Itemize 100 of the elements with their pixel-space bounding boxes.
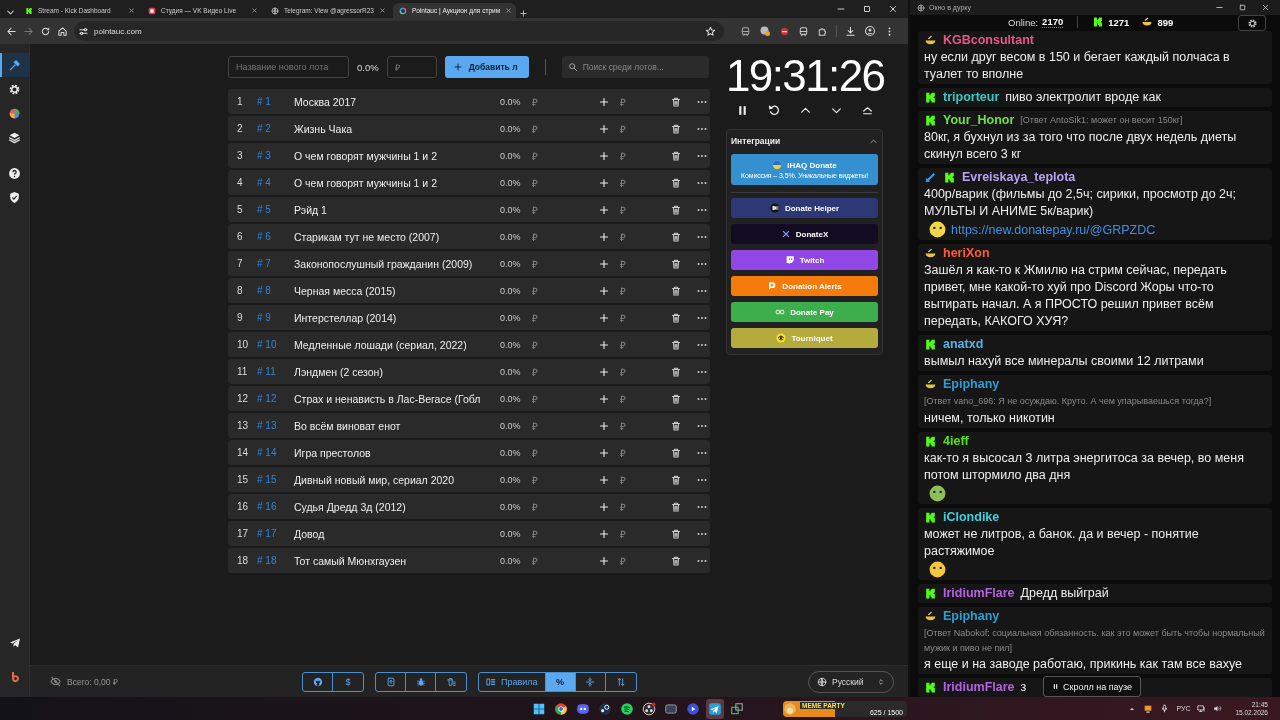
- trash-icon[interactable]: [670, 122, 682, 135]
- volume-icon[interactable]: [1213, 704, 1223, 713]
- trash-icon[interactable]: [670, 500, 682, 513]
- forward-icon[interactable]: [23, 25, 34, 37]
- trash-icon[interactable]: [670, 257, 682, 270]
- add-amount-field[interactable]: ₽: [620, 175, 670, 190]
- integration-button[interactable]: DonateX: [731, 224, 878, 244]
- trash-icon[interactable]: [670, 284, 682, 297]
- extension-icon[interactable]: [798, 25, 809, 37]
- add-amount-field[interactable]: ₽: [620, 283, 670, 298]
- username[interactable]: Epiphany: [943, 609, 1000, 623]
- add-amount-field[interactable]: ₽: [620, 418, 670, 433]
- download-icon[interactable]: [845, 25, 856, 37]
- username[interactable]: heriXon: [943, 246, 990, 260]
- plus-icon[interactable]: [598, 419, 610, 432]
- plus-icon[interactable]: [598, 554, 610, 567]
- plus-icon[interactable]: [598, 230, 610, 243]
- settings-button[interactable]: [1238, 15, 1266, 32]
- add-amount-field[interactable]: ₽: [620, 391, 670, 406]
- pause-icon[interactable]: [736, 103, 749, 117]
- trash-icon[interactable]: [670, 446, 682, 459]
- add-amount-field[interactable]: ₽: [620, 445, 670, 460]
- lot-name-field[interactable]: Название нового лота: [228, 56, 349, 78]
- integration-button[interactable]: Donate Helper: [731, 198, 878, 218]
- close-icon[interactable]: [128, 7, 135, 14]
- site-settings-icon[interactable]: [78, 25, 89, 37]
- back-icon[interactable]: [6, 25, 17, 37]
- eye-off-icon[interactable]: [50, 676, 61, 687]
- add-amount-field[interactable]: ₽: [620, 526, 670, 541]
- plus-icon[interactable]: [598, 338, 610, 351]
- plus-icon[interactable]: [598, 203, 610, 216]
- username[interactable]: Evreiskaya_teplota: [962, 170, 1076, 184]
- plus-icon[interactable]: [598, 527, 610, 540]
- add-amount-field[interactable]: ₽: [620, 148, 670, 163]
- maximize-icon[interactable]: [862, 4, 872, 14]
- trash-icon[interactable]: [670, 473, 682, 486]
- microphone-icon[interactable]: [1160, 704, 1170, 713]
- trash-icon[interactable]: [670, 311, 682, 324]
- toolbar-button[interactable]: $: [333, 672, 363, 691]
- trash-icon[interactable]: [670, 554, 682, 567]
- toolbar-button[interactable]: %: [545, 672, 576, 691]
- add-amount-field[interactable]: ₽: [620, 337, 670, 352]
- trash-icon[interactable]: [670, 176, 682, 189]
- address-bar[interactable]: pointauc.com: [74, 21, 724, 41]
- add-amount-field[interactable]: ₽: [620, 310, 670, 325]
- trash-icon[interactable]: [670, 230, 682, 243]
- plus-icon[interactable]: [598, 284, 610, 297]
- username[interactable]: Epiphany: [943, 377, 1000, 391]
- add-amount-field[interactable]: ₽: [620, 364, 670, 379]
- taskbar-app[interactable]: [706, 698, 724, 719]
- plus-icon[interactable]: [598, 122, 610, 135]
- username[interactable]: Your_Honor: [943, 113, 1015, 127]
- close-icon[interactable]: [378, 7, 386, 14]
- close-icon[interactable]: [251, 7, 258, 14]
- extension-icon[interactable]: [740, 25, 751, 37]
- add-amount-field[interactable]: ₽: [620, 229, 670, 244]
- restart-icon[interactable]: [767, 103, 781, 117]
- username[interactable]: KGBconsultant: [943, 33, 1034, 47]
- plus-icon[interactable]: [598, 176, 610, 189]
- username[interactable]: triporteur: [943, 90, 1000, 104]
- tab-search-icon[interactable]: [5, 7, 16, 18]
- plus-icon[interactable]: [598, 95, 610, 108]
- home-icon[interactable]: [57, 25, 68, 37]
- add-amount-field[interactable]: ₽: [620, 553, 670, 568]
- username[interactable]: iClondike: [943, 510, 1000, 524]
- trash-icon[interactable]: [670, 365, 682, 378]
- add-amount-field[interactable]: ₽: [620, 202, 670, 217]
- puzzle-icon[interactable]: [817, 25, 828, 37]
- network-icon[interactable]: [1197, 704, 1207, 713]
- integration-button[interactable]: Donate Pay: [731, 302, 878, 322]
- toolbar-button[interactable]: Правила: [479, 672, 546, 691]
- add-amount-field[interactable]: ₽: [620, 94, 670, 109]
- plus-icon[interactable]: [598, 311, 610, 324]
- extension-icon[interactable]: [779, 25, 790, 37]
- amount-field[interactable]: ₽: [386, 56, 437, 78]
- close-icon[interactable]: [888, 4, 898, 14]
- message-link[interactable]: https://new.donatepay.ru/@GRPZDC: [951, 223, 1156, 237]
- trash-icon[interactable]: [670, 95, 682, 108]
- tray-app-icon[interactable]: [1143, 703, 1154, 714]
- trash-icon[interactable]: [670, 149, 682, 162]
- add-lot-button[interactable]: Добавить л: [444, 56, 529, 78]
- username[interactable]: anatxd: [943, 337, 984, 351]
- add-amount-field[interactable]: ₽: [620, 256, 670, 271]
- trash-icon[interactable]: [670, 392, 682, 405]
- plus-icon[interactable]: [598, 392, 610, 405]
- new-tab-icon[interactable]: [519, 9, 529, 18]
- add-amount-field[interactable]: ₽: [620, 121, 670, 136]
- trash-icon[interactable]: [670, 203, 682, 216]
- plus-icon[interactable]: [598, 257, 610, 270]
- plus-icon[interactable]: [598, 473, 610, 486]
- trash-icon[interactable]: [670, 338, 682, 351]
- paper-plane-icon[interactable]: [8, 637, 21, 649]
- username[interactable]: IridiumFlare: [943, 586, 1015, 600]
- integration-button[interactable]: Twitch: [731, 250, 878, 270]
- trash-icon[interactable]: [670, 419, 682, 432]
- add-amount-field[interactable]: ₽: [620, 499, 670, 514]
- add-amount-field[interactable]: ₽: [620, 472, 670, 487]
- reload-icon[interactable]: [40, 25, 51, 37]
- star-icon[interactable]: [705, 25, 716, 37]
- close-icon[interactable]: [1261, 3, 1270, 13]
